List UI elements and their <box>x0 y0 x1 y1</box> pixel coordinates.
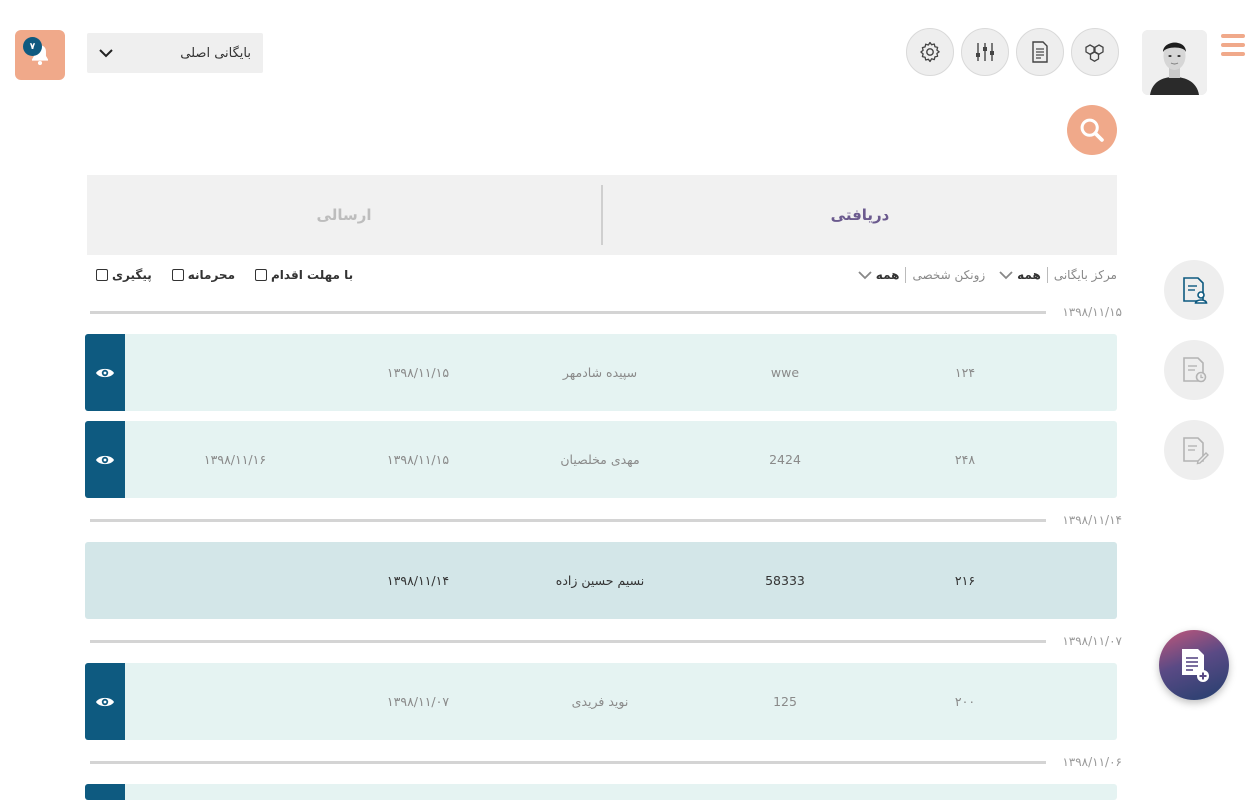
view-button[interactable] <box>85 334 125 411</box>
notifications-button[interactable]: ۷ <box>15 30 65 80</box>
number-cell: ۱۲۴ <box>954 365 976 380</box>
hexagon-nodes-icon <box>1085 44 1104 62</box>
notification-count-badge: ۷ <box>23 37 42 56</box>
archive-select-value: بایگانی اصلی <box>180 45 251 61</box>
sidebar-item-pending[interactable] <box>1164 340 1224 400</box>
divider <box>905 267 907 283</box>
due-date-cell <box>185 334 285 411</box>
follow-up-checkbox[interactable]: پیگیری <box>96 268 152 282</box>
settings-button[interactable] <box>906 28 954 76</box>
tab-received[interactable]: دریافتی <box>603 175 1117 255</box>
due-date-cell <box>185 542 285 619</box>
date-group-label: ۱۳۹۸/۱۱/۱۵ <box>1062 305 1122 319</box>
table-row[interactable]: ۱۳۹۸/۱۱/۱۶ ۱۳۹۸/۱۱/۱۵ مهدی مخلصیان 2424 … <box>85 421 1117 498</box>
sender-cell: سپیده شادمهر <box>562 365 638 380</box>
code-cell: 125 <box>773 694 797 709</box>
code-cell: 2424 <box>769 452 801 467</box>
archive-center-value: همه <box>1017 268 1041 282</box>
search-button[interactable] <box>1067 105 1117 155</box>
date-cell: ۱۳۹۸/۱۱/۱۵ <box>386 365 450 380</box>
code-cell: wwe <box>770 365 800 380</box>
sender-cell: نسیم حسین زاده <box>555 573 645 588</box>
number-cell: ۲۴۸ <box>954 452 976 467</box>
date-group-separator: ۱۳۹۸/۱۱/۱۴ <box>90 513 1122 527</box>
date-cell: ۱۳۹۸/۱۱/۰۷ <box>386 694 450 709</box>
checkbox-box[interactable] <box>96 269 108 281</box>
checkbox-box[interactable] <box>255 269 268 281</box>
number-cell: ۲۰۰ <box>954 694 976 709</box>
new-document-button[interactable] <box>1159 630 1229 700</box>
table-row[interactable] <box>85 784 1117 800</box>
follow-up-label: پیگیری <box>112 268 152 282</box>
divider <box>1046 267 1048 283</box>
date-group-label: ۱۳۹۸/۱۱/۰۶ <box>1062 755 1122 769</box>
personal-folder-value: همه <box>875 268 900 282</box>
workflow-button[interactable] <box>1071 28 1119 76</box>
code-cell: 58333 <box>765 573 805 588</box>
tab-sent[interactable]: ارسالی <box>87 175 601 255</box>
confidential-checkbox[interactable]: محرمانه <box>171 268 236 282</box>
sliders-icon <box>976 43 994 61</box>
deadline-label: با مهلت اقدام <box>271 268 354 282</box>
user-avatar[interactable] <box>1142 30 1207 95</box>
filters-button[interactable] <box>961 28 1009 76</box>
date-cell: ۱۳۹۸/۱۱/۱۵ <box>386 452 450 467</box>
sidebar-item-personal-folder[interactable] <box>1164 260 1224 320</box>
sender-cell: نوید فریدی <box>571 694 629 709</box>
tabs: دریافتی ارسالی <box>87 175 1117 255</box>
search-icon <box>1080 118 1104 142</box>
deadline-checkbox[interactable]: با مهلت اقدام <box>255 268 353 282</box>
eye-icon <box>96 455 114 464</box>
filter-dropdowns: مرکز بایگانی همه زونکن شخصی همه <box>858 265 1117 285</box>
menu-icon[interactable] <box>1221 34 1245 58</box>
table-row[interactable]: ۱۳۹۸/۱۱/۰۷ نوید فریدی 125 ۲۰۰ <box>85 663 1117 740</box>
table-row-selected[interactable]: ۱۳۹۸/۱۱/۱۴ نسیم حسین زاده 58333 ۲۱۶ <box>85 542 1117 619</box>
document-user-icon <box>1183 277 1208 304</box>
date-cell: ۱۳۹۸/۱۱/۱۴ <box>386 573 450 588</box>
report-button[interactable] <box>1016 28 1064 76</box>
date-group-separator: ۱۳۹۸/۱۱/۱۵ <box>90 305 1122 319</box>
document-add-icon <box>1182 649 1209 682</box>
due-date-cell <box>185 663 285 740</box>
checkbox-box[interactable] <box>171 269 184 281</box>
date-group-separator: ۱۳۹۸/۱۱/۰۶ <box>90 755 1122 769</box>
personal-folder-label: زونکن شخصی <box>912 268 986 282</box>
document-edit-icon <box>1183 437 1209 465</box>
number-cell: ۲۱۶ <box>954 573 976 588</box>
date-group-label: ۱۳۹۸/۱۱/۰۷ <box>1062 634 1122 648</box>
chevron-down-icon <box>999 270 1013 280</box>
chevron-down-icon <box>99 46 113 60</box>
view-button[interactable] <box>85 421 125 498</box>
filter-checkboxes: پیگیری محرمانه با مهلت اقدام <box>96 265 353 285</box>
gear-icon <box>920 41 940 63</box>
view-button[interactable] <box>85 663 125 740</box>
date-group-separator: ۱۳۹۸/۱۱/۰۷ <box>90 634 1122 648</box>
archive-center-dropdown[interactable]: همه <box>999 268 1041 282</box>
date-group-label: ۱۳۹۸/۱۱/۱۴ <box>1062 513 1122 527</box>
document-icon <box>1032 41 1048 63</box>
sender-cell: مهدی مخلصیان <box>560 452 640 467</box>
chevron-down-icon <box>858 270 872 280</box>
eye-icon <box>96 368 114 377</box>
eye-icon <box>96 697 114 706</box>
personal-folder-dropdown[interactable]: همه <box>858 268 900 282</box>
confidential-label: محرمانه <box>187 268 236 282</box>
sidebar-item-drafts[interactable] <box>1164 420 1224 480</box>
due-date-cell: ۱۳۹۸/۱۱/۱۶ <box>203 452 267 467</box>
archive-select[interactable]: بایگانی اصلی <box>87 33 263 73</box>
archive-center-label: مرکز بایگانی <box>1053 268 1117 282</box>
view-button[interactable] <box>85 784 125 800</box>
table-row[interactable]: ۱۳۹۸/۱۱/۱۵ سپیده شادمهر wwe ۱۲۴ <box>85 334 1117 411</box>
document-clock-icon <box>1183 357 1207 383</box>
